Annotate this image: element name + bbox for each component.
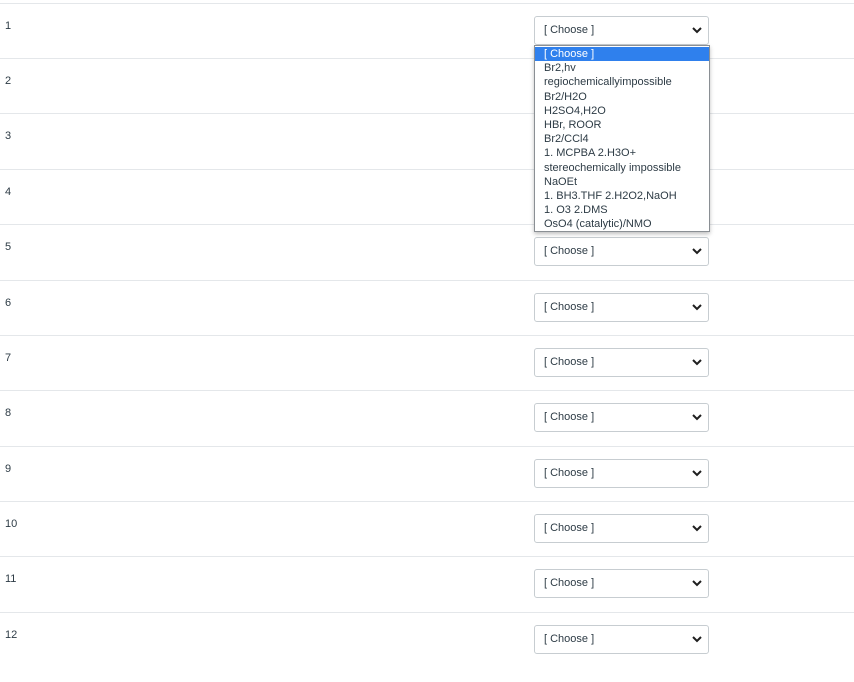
question-number: 11 [5,573,17,585]
answer-select[interactable]: [ Choose ] [534,403,709,432]
answer-select-value: [ Choose ] [544,633,595,645]
dropdown-option[interactable]: regiochemicallyimpossible [535,75,709,89]
question-row: 12 [ Choose ] [0,612,854,667]
answer-select[interactable]: [ Choose ] [534,348,709,377]
question-number: 10 [5,518,18,530]
dropdown-option[interactable]: 1. MCPBA 2.H3O+ [535,146,709,160]
answer-select-value: [ Choose ] [544,356,595,368]
answer-select-value: [ Choose ] [544,301,595,313]
chevron-down-icon [692,470,702,477]
question-row: 4[ Choose ] [0,169,854,224]
question-number: 6 [5,297,12,309]
question-row: 9 [ Choose ] [0,446,854,501]
chevron-down-icon [692,304,702,311]
dropdown-option[interactable]: OsO4 (catalytic)/NMO [535,217,709,231]
answer-select[interactable]: [ Choose ] [534,293,709,322]
dropdown-option[interactable]: stereochemically impossible [535,161,709,175]
answer-select[interactable]: [ Choose ] [534,514,709,543]
dropdown-option[interactable]: 1. BH3.THF 2.H2O2,NaOH [535,189,709,203]
chevron-down-icon [692,248,702,255]
chevron-down-icon [692,580,702,587]
dropdown-option[interactable]: Br2/CCl4 [535,132,709,146]
question-number: 12 [5,629,18,641]
answer-select[interactable]: [ Choose ] [534,237,709,266]
chevron-down-icon [692,414,702,421]
question-row: 8 [ Choose ] [0,390,854,445]
chevron-down-icon [692,525,702,532]
question-number: 2 [5,75,12,87]
question-number: 1 [5,20,12,32]
chevron-down-icon [692,636,702,643]
answer-dropdown-list[interactable]: [ Choose ] Br2,hv regiochemicallyimpossibl… [534,45,710,232]
answer-select-value: [ Choose ] [544,24,595,36]
question-row: 2[ Choose ] [0,58,854,113]
dropdown-option[interactable]: H2SO4,H2O [535,104,709,118]
question-row: 5 [ Choose ] [0,224,854,279]
answer-select-value: [ Choose ] [544,577,595,589]
answer-select[interactable]: [ Choose ] [534,569,709,598]
question-number: 4 [5,186,12,198]
question-row: 3[ Choose ] [0,113,854,168]
dropdown-option[interactable]: NaOEt [535,175,709,189]
answer-select-value: [ Choose ] [544,411,595,423]
answer-select[interactable]: [ Choose ] [534,625,709,654]
dropdown-option[interactable]: Br2,hv [535,61,709,75]
dropdown-option[interactable]: 1. O3 2.DMS [535,203,709,217]
answer-select-value: [ Choose ] [544,245,595,257]
answer-select[interactable]: [ Choose ] [534,459,709,488]
chevron-down-icon [692,359,702,366]
answer-select[interactable]: [ Choose ] [534,16,709,45]
question-row: 7 [ Choose ] [0,335,854,390]
dropdown-option[interactable]: Br2/H2O [535,90,709,104]
question-number: 8 [5,407,12,419]
question-number: 3 [5,130,12,142]
question-row: 10 [ Choose ] [0,501,854,556]
question-number: 9 [5,463,12,475]
answer-select-value: [ Choose ] [544,467,595,479]
answer-select-value: [ Choose ] [544,522,595,534]
question-number: 7 [5,352,12,364]
dropdown-option[interactable]: [ Choose ] [535,47,709,62]
chevron-down-icon [692,27,702,34]
question-number: 5 [5,241,12,253]
question-row: 6 [ Choose ] [0,280,854,335]
dropdown-option[interactable]: HBr, ROOR [535,118,709,132]
question-row: 11 [ Choose ] [0,556,854,611]
question-row: 1 [ Choose ] [0,3,854,58]
